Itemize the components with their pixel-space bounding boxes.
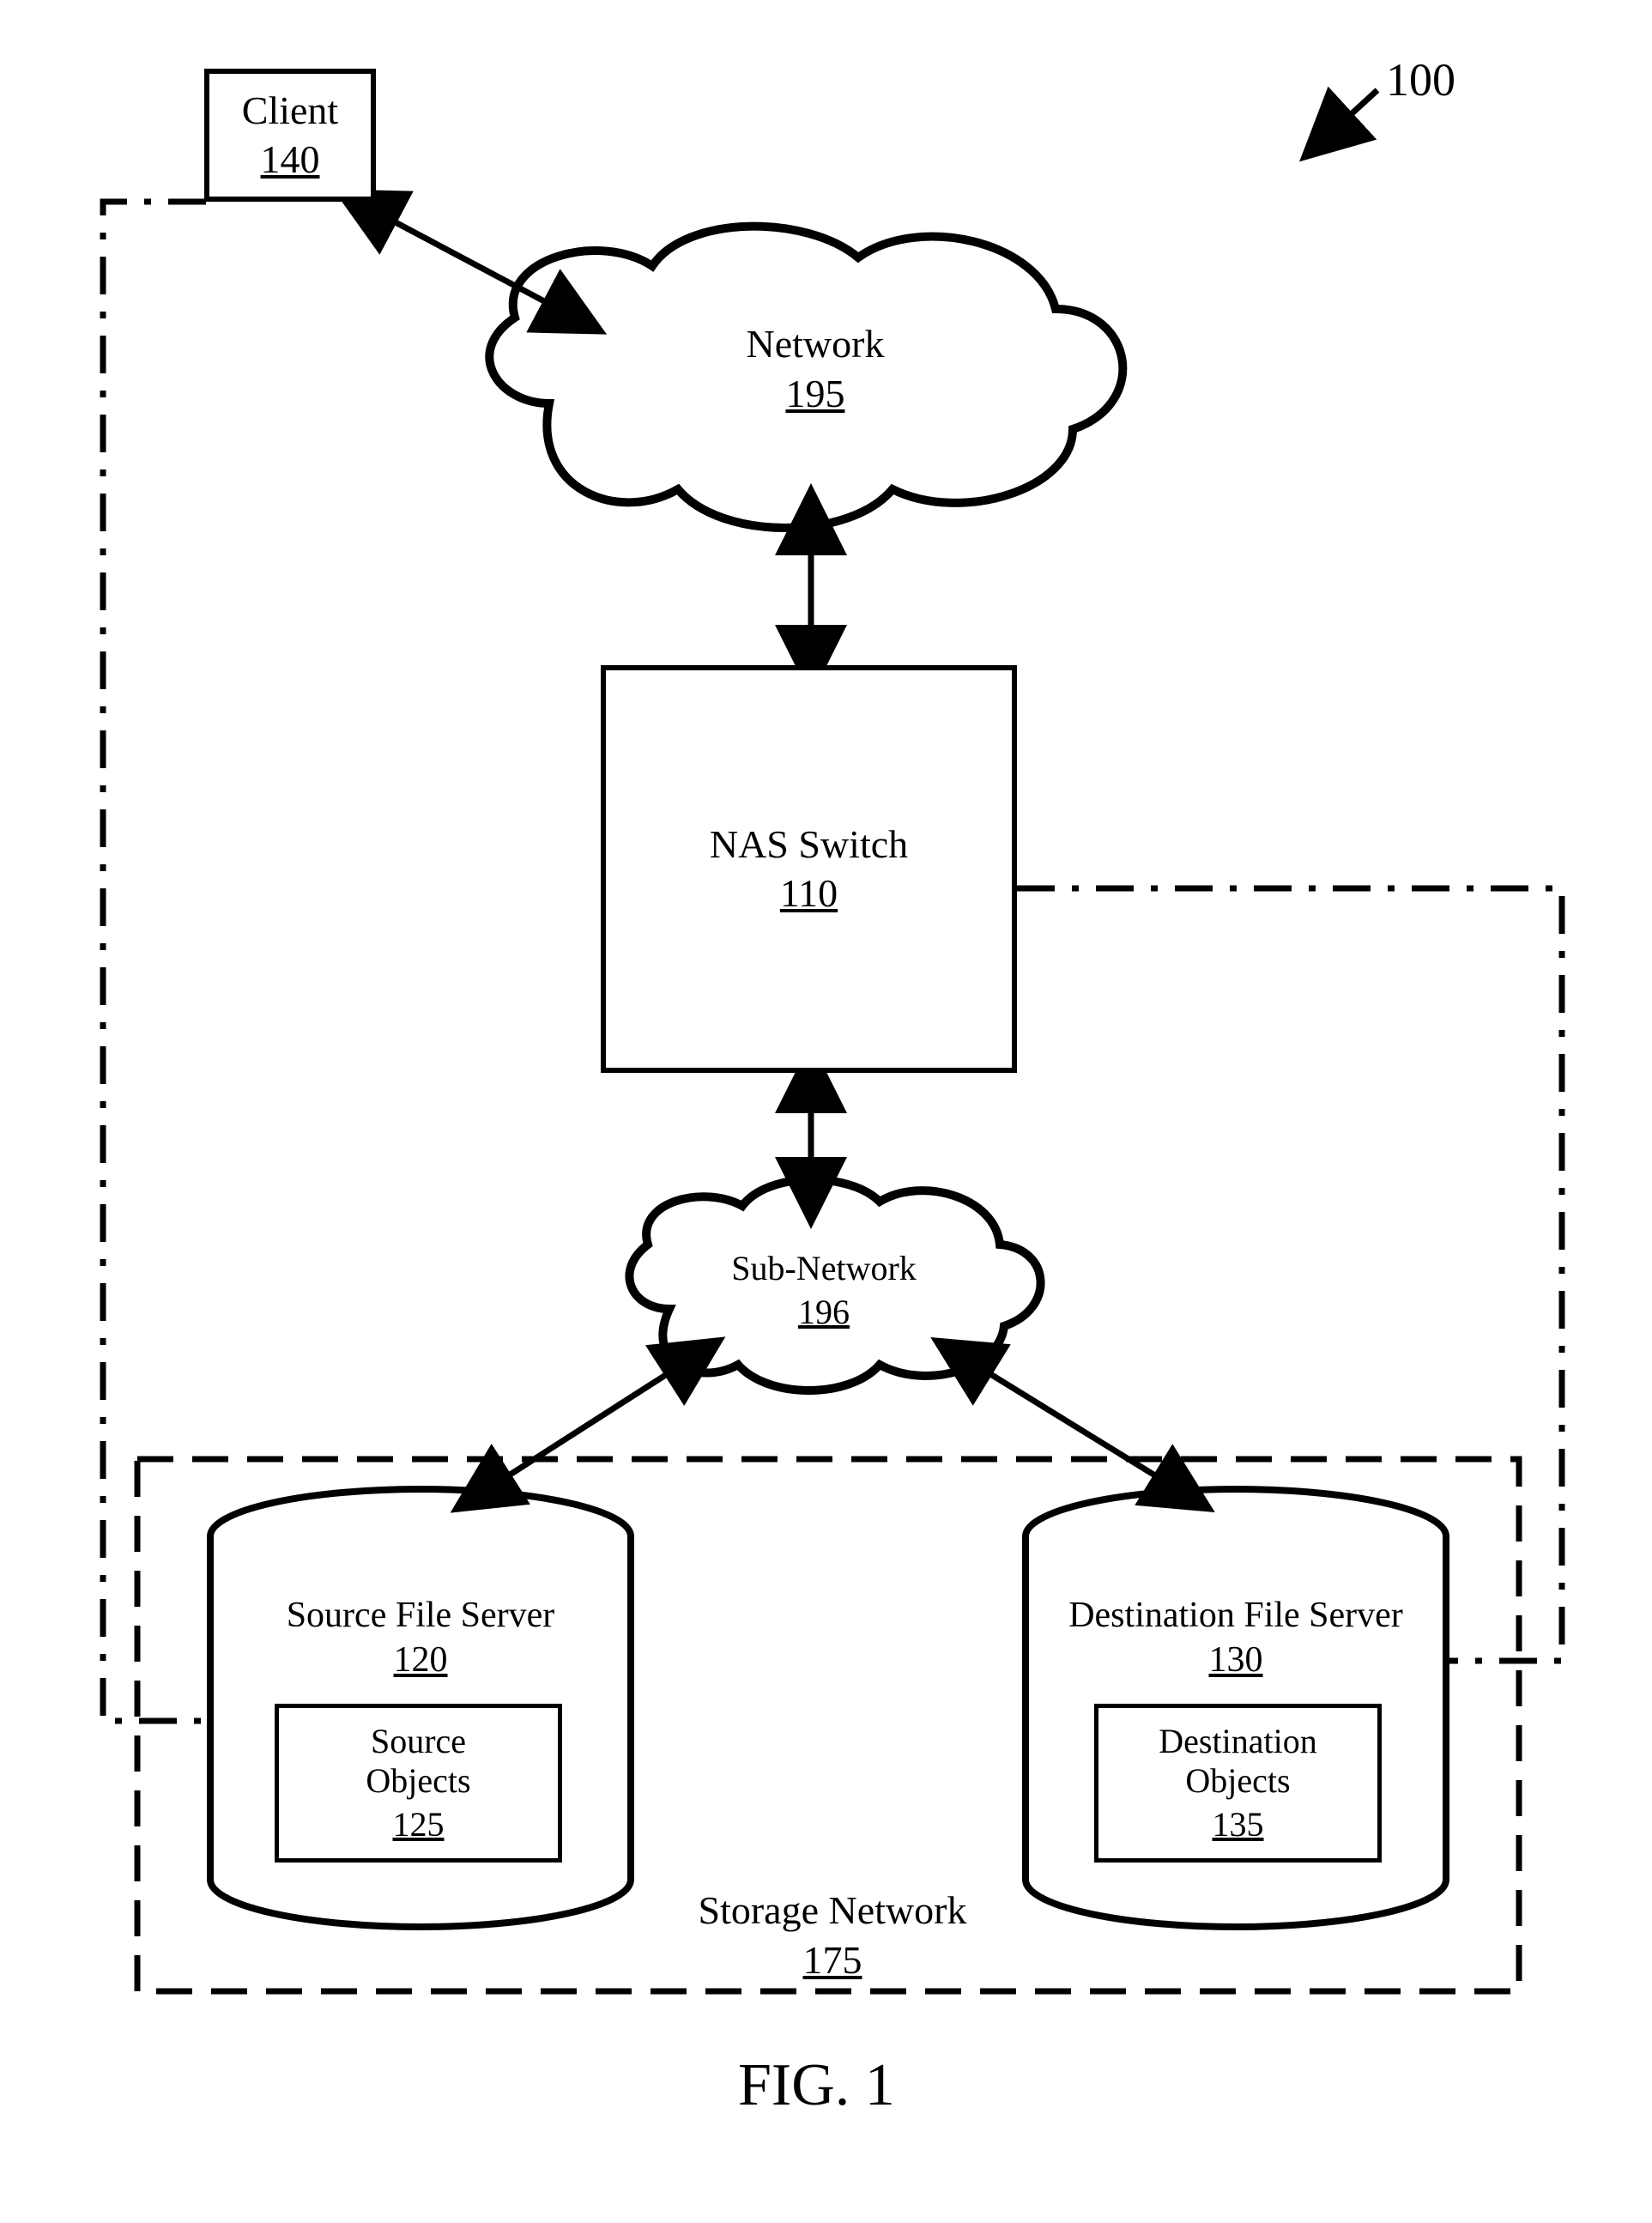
dest-objects-box: Destination Objects 135	[1094, 1704, 1382, 1863]
source-objects-box: Source Objects 125	[275, 1704, 562, 1863]
path-nas-dest	[1017, 888, 1562, 1661]
dest-objects-num: 135	[1213, 1804, 1264, 1844]
network-label: Network 195	[721, 322, 910, 416]
path-client-source	[103, 202, 210, 1721]
source-objects-title: Source Objects	[366, 1722, 470, 1801]
conn-client-network	[365, 206, 575, 318]
client-box: Client 140	[204, 69, 376, 202]
client-num: 140	[261, 136, 320, 182]
source-server-label: Source File Server 120	[249, 1595, 592, 1681]
dest-objects-title: Destination Objects	[1159, 1722, 1316, 1801]
figure-ref: 100	[1386, 53, 1455, 106]
conn-subnet-dest	[961, 1356, 1184, 1493]
client-title: Client	[242, 88, 338, 134]
subnet-label: Sub-Network 196	[704, 1249, 944, 1332]
conn-subnet-source	[481, 1356, 695, 1493]
nas-box: NAS Switch 110	[601, 665, 1017, 1073]
nas-title: NAS Switch	[710, 822, 908, 868]
dest-server-label: Destination File Server 130	[1043, 1595, 1429, 1681]
source-objects-num: 125	[393, 1804, 445, 1844]
nas-num: 110	[780, 870, 838, 916]
storage-network-label: Storage Network 175	[678, 1888, 987, 1983]
figure-caption: FIG. 1	[738, 2051, 895, 2120]
ref-arrow-100	[1326, 90, 1377, 137]
